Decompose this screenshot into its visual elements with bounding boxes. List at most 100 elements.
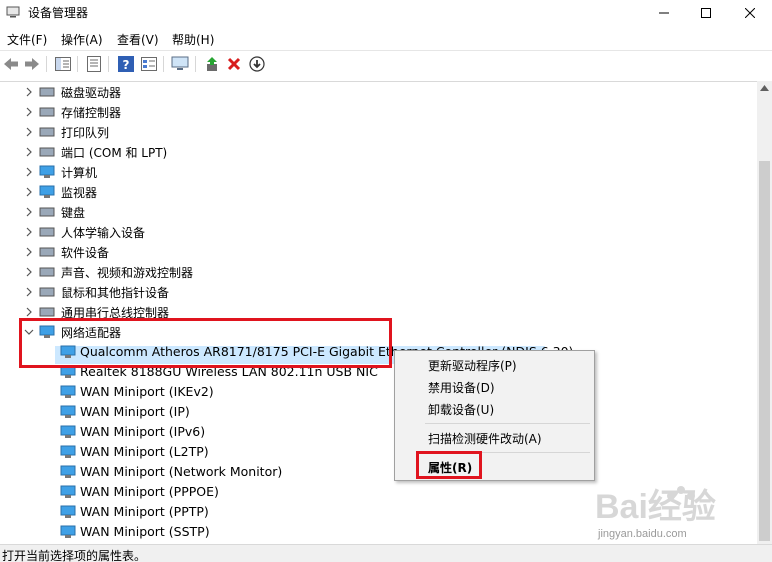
ctx-update-driver-label: 更新驱动程序(P) (428, 359, 517, 373)
ctx-scan-hardware-label: 扫描检测硬件改动(A) (428, 432, 542, 446)
vertical-scrollbar[interactable] (757, 81, 772, 544)
properties-icon (87, 56, 101, 72)
menu-help[interactable]: 帮助(H) (172, 31, 214, 48)
network-adapter-icon (60, 405, 76, 418)
tree-category-label[interactable]: 磁盘驱动器 (61, 84, 121, 101)
hid-icon (39, 227, 55, 237)
printer-icon (39, 127, 55, 137)
chevron-right-icon[interactable] (24, 147, 34, 157)
chevron-right-icon[interactable] (24, 127, 34, 137)
network-adapter-item[interactable]: WAN Miniport (IPv6) (80, 424, 205, 439)
svg-text:?: ? (123, 58, 130, 72)
menu-view[interactable]: 查看(V) (117, 31, 159, 48)
network-adapter-icon (60, 385, 76, 398)
usb-icon (39, 307, 55, 317)
ctx-update-driver[interactable]: 更新驱动程序(P) (395, 354, 594, 376)
chevron-right-icon[interactable] (24, 167, 34, 177)
close-button[interactable] (730, 0, 770, 26)
watermark-brand: Bai经验 (595, 487, 716, 526)
uninstall-icon (227, 57, 241, 71)
ctx-uninstall-device[interactable]: 卸载设备(U) (395, 398, 594, 420)
software-device-icon (39, 247, 55, 257)
scan-hardware-button[interactable] (171, 55, 189, 73)
tree-category-label[interactable]: 声音、视频和游戏控制器 (61, 264, 193, 281)
tree-category-label[interactable]: 监视器 (61, 184, 97, 201)
menu-action[interactable]: 操作(A) (61, 31, 103, 48)
network-adapter-item[interactable]: WAN Miniport (L2TP) (80, 444, 209, 459)
tree-category-label[interactable]: 打印队列 (61, 124, 109, 141)
monitor-icon (39, 185, 55, 198)
sound-icon (39, 267, 55, 277)
title-bar: 设备管理器 (0, 0, 772, 26)
scroll-up-icon[interactable] (760, 85, 769, 91)
ctx-scan-hardware[interactable]: 扫描检测硬件改动(A) (395, 427, 594, 449)
tree-category-label[interactable]: 人体学输入设备 (61, 224, 145, 241)
network-adapter-item[interactable]: WAN Miniport (PPTP) (80, 504, 209, 519)
show-hide-tree-button[interactable] (54, 55, 72, 73)
update-driver-button[interactable] (203, 55, 221, 73)
device-tree[interactable]: 磁盘驱动器存储控制器打印队列端口 (COM 和 LPT) 计算机监视器键盘人体学输… (0, 81, 757, 544)
network-adapter-item[interactable]: WAN Miniport (PPPOE) (80, 484, 219, 499)
back-icon (4, 58, 18, 70)
network-adapter-icon (60, 505, 76, 518)
update-driver-icon (207, 57, 217, 71)
disable-icon (249, 56, 265, 72)
network-adapter-icon (60, 445, 76, 458)
ctx-separator (425, 423, 590, 424)
status-text: 打开当前选择项的属性表。 (2, 549, 147, 562)
close-icon (745, 8, 755, 18)
network-adapter-item[interactable]: WAN Miniport (IKEv2) (80, 384, 214, 399)
ctx-disable-device[interactable]: 禁用设备(D) (395, 376, 594, 398)
view-button[interactable] (140, 55, 158, 73)
back-button[interactable] (2, 55, 20, 73)
highlight-network-adapter (19, 318, 392, 368)
uninstall-button[interactable] (225, 55, 243, 73)
chevron-right-icon[interactable] (24, 107, 34, 117)
network-adapter-icon (60, 525, 76, 538)
maximize-button[interactable] (686, 0, 726, 26)
chevron-right-icon[interactable] (24, 87, 34, 97)
help-button[interactable]: ? (117, 55, 135, 73)
device-manager-icon (6, 6, 20, 18)
tree-category-label[interactable]: 存储控制器 (61, 104, 121, 121)
chevron-right-icon[interactable] (24, 227, 34, 237)
network-adapter-item[interactable]: WAN Miniport (Network Monitor) (80, 464, 282, 479)
network-adapter-item[interactable]: WAN Miniport (IP) (80, 404, 190, 419)
view-icon (141, 57, 157, 71)
chevron-right-icon[interactable] (24, 287, 34, 297)
tree-category-label[interactable]: 鼠标和其他指针设备 (61, 284, 169, 301)
network-adapter-item[interactable]: WAN Miniport (SSTP) (80, 524, 210, 539)
chevron-right-icon[interactable] (24, 207, 34, 217)
disable-button[interactable] (248, 55, 266, 73)
forward-button[interactable] (23, 55, 41, 73)
network-adapter-icon (60, 465, 76, 478)
tree-category-label[interactable]: 软件设备 (61, 244, 109, 261)
network-adapter-icon (60, 425, 76, 438)
forward-icon (25, 58, 39, 70)
show-hide-tree-icon (55, 57, 71, 71)
port-icon (39, 147, 55, 157)
chevron-right-icon[interactable] (24, 267, 34, 277)
chevron-right-icon[interactable] (24, 307, 34, 317)
mouse-icon (39, 287, 55, 297)
help-icon: ? (118, 56, 134, 72)
maximize-icon (701, 8, 711, 18)
keyboard-icon (39, 207, 55, 217)
tree-category-label[interactable]: 端口 (COM 和 LPT) (61, 144, 167, 161)
highlight-properties (416, 451, 482, 479)
computer-icon (39, 165, 55, 178)
chevron-right-icon[interactable] (24, 247, 34, 257)
tree-category-label[interactable]: 键盘 (61, 204, 85, 221)
properties-button[interactable] (85, 55, 103, 73)
monitor-icon (171, 56, 189, 70)
menu-bar: 文件(F) 操作(A) 查看(V) 帮助(H) (0, 27, 772, 49)
storage-controller-icon (39, 107, 55, 117)
status-bar: 打开当前选择项的属性表。 (0, 544, 772, 562)
disk-drive-icon (39, 87, 55, 97)
minimize-button[interactable] (644, 0, 684, 26)
tree-category-label[interactable]: 计算机 (61, 164, 97, 181)
chevron-right-icon[interactable] (24, 187, 34, 197)
toolbar: ? (0, 50, 772, 77)
menu-file[interactable]: 文件(F) (7, 31, 47, 48)
network-adapter-icon (60, 485, 76, 498)
